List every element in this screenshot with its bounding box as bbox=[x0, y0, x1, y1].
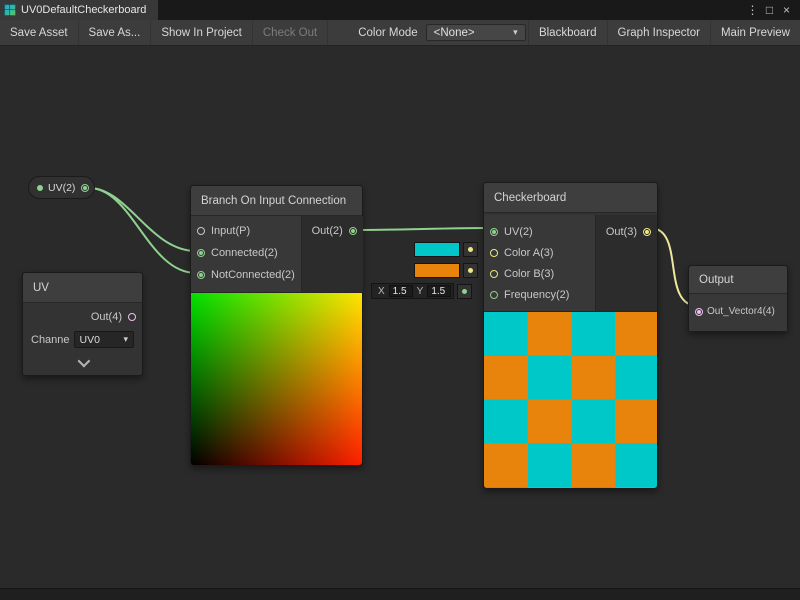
frequency-control: X 1.5 Y 1.5 bbox=[371, 283, 472, 299]
port-out-vector4[interactable] bbox=[695, 308, 703, 316]
checkerboard-preview bbox=[484, 311, 657, 488]
x-label: X bbox=[374, 286, 389, 297]
port-row-branch-out: Out(2) bbox=[302, 220, 363, 242]
port-row-frequency: Frequency(2) bbox=[484, 284, 595, 305]
port-label: Color B(3) bbox=[504, 268, 554, 280]
graph-inspector-button[interactable]: Graph Inspector bbox=[607, 20, 710, 45]
main-preview-button[interactable]: Main Preview bbox=[710, 20, 800, 45]
toolbar-right-group: Blackboard Graph Inspector Main Preview bbox=[528, 20, 800, 45]
port-label: Input(P) bbox=[211, 225, 250, 237]
port-label: Out(2) bbox=[312, 225, 343, 237]
window-controls: ⋮ □ × bbox=[744, 0, 800, 20]
port-color-b[interactable] bbox=[490, 270, 498, 278]
frequency-vector-field: X 1.5 Y 1.5 bbox=[371, 283, 454, 299]
connector-dot-icon bbox=[468, 247, 473, 252]
port-checker-out3[interactable] bbox=[643, 228, 651, 236]
port-label: Out_Vector4(4) bbox=[707, 306, 775, 317]
toolbar: Save Asset Save As... Show In Project Ch… bbox=[0, 20, 800, 46]
edge-uv-to-connected[interactable] bbox=[89, 188, 196, 251]
channel-label: Channe bbox=[31, 334, 70, 346]
edge-uv-to-notconnected[interactable] bbox=[89, 188, 196, 273]
chevron-down-icon: ▾ bbox=[513, 27, 518, 38]
pill-label: UV(2) bbox=[48, 182, 75, 194]
port-uv-out4[interactable] bbox=[128, 313, 136, 321]
chevron-down-icon bbox=[78, 355, 91, 368]
node-checkerboard[interactable]: Checkerboard UV(2) Color A(3) Color B(3) bbox=[483, 182, 658, 489]
port-row-input-p: Input(P) bbox=[191, 220, 301, 242]
node-uv[interactable]: UV Out(4) Channe UV0 ▾ bbox=[22, 272, 143, 376]
node-output[interactable]: Output Out_Vector4(4) bbox=[688, 265, 788, 332]
color-a-control bbox=[414, 242, 478, 257]
node-output-title[interactable]: Output bbox=[689, 266, 787, 294]
check-out-button: Check Out bbox=[253, 20, 328, 45]
frequency-connector[interactable] bbox=[457, 284, 472, 299]
frequency-y-input[interactable]: 1.5 bbox=[427, 285, 451, 297]
color-a-connector[interactable] bbox=[463, 242, 478, 257]
collapse-preview-button[interactable] bbox=[23, 352, 142, 375]
port-label: NotConnected(2) bbox=[211, 269, 295, 281]
color-mode-dropdown[interactable]: <None> ▾ bbox=[426, 24, 526, 41]
port-row-color-b: Color B(3) bbox=[484, 263, 595, 284]
channel-value: UV0 bbox=[80, 334, 100, 346]
color-b-control bbox=[414, 263, 478, 278]
port-connected[interactable] bbox=[197, 249, 205, 257]
port-row-notconnected: NotConnected(2) bbox=[191, 264, 301, 286]
close-icon[interactable]: × bbox=[778, 0, 795, 20]
port-label-out4: Out(4) bbox=[91, 311, 122, 323]
maximize-icon[interactable]: □ bbox=[761, 0, 778, 20]
shader-graph-window: UV0DefaultCheckerboard ⋮ □ × Save Asset … bbox=[0, 0, 800, 600]
edge-branch-to-checkerboard[interactable] bbox=[356, 228, 490, 230]
node-checkerboard-title[interactable]: Checkerboard bbox=[484, 183, 657, 213]
port-label: Frequency(2) bbox=[504, 289, 569, 301]
channel-dropdown[interactable]: UV0 ▾ bbox=[74, 331, 134, 348]
port-row-checker-out: Out(3) bbox=[596, 221, 657, 242]
show-in-project-button[interactable]: Show In Project bbox=[151, 20, 253, 45]
node-branch-title[interactable]: Branch On Input Connection bbox=[191, 186, 362, 216]
port-input-p[interactable] bbox=[197, 227, 205, 235]
port-notconnected[interactable] bbox=[197, 271, 205, 279]
port-label: UV(2) bbox=[504, 226, 533, 238]
node-uv2-property-pill[interactable]: UV(2) bbox=[28, 176, 95, 199]
save-as-button[interactable]: Save As... bbox=[79, 20, 152, 45]
chevron-down-icon: ▾ bbox=[123, 334, 128, 345]
color-b-swatch[interactable] bbox=[414, 263, 460, 278]
color-a-swatch[interactable] bbox=[414, 242, 460, 257]
color-mode-value: <None> bbox=[434, 27, 475, 39]
color-b-connector[interactable] bbox=[463, 263, 478, 278]
port-checker-uv2[interactable] bbox=[490, 228, 498, 236]
kebab-menu-icon[interactable]: ⋮ bbox=[744, 0, 761, 20]
save-asset-button[interactable]: Save Asset bbox=[0, 20, 79, 45]
status-strip bbox=[0, 588, 800, 600]
branch-uv-preview bbox=[191, 292, 362, 465]
port-label: Out(3) bbox=[606, 226, 637, 238]
property-dot-icon bbox=[37, 185, 43, 191]
port-row-connected: Connected(2) bbox=[191, 242, 301, 264]
graph-canvas[interactable]: UV(2) UV Out(4) Channe UV0 ▾ Branch bbox=[0, 46, 800, 588]
port-row-uv2: UV(2) bbox=[484, 221, 595, 242]
node-uv-title[interactable]: UV bbox=[23, 273, 142, 303]
port-branch-out2[interactable] bbox=[349, 227, 357, 235]
color-mode-label: Color Mode bbox=[328, 20, 425, 45]
blackboard-button[interactable]: Blackboard bbox=[528, 20, 607, 45]
port-row-color-a: Color A(3) bbox=[484, 242, 595, 263]
graph-tab[interactable]: UV0DefaultCheckerboard bbox=[0, 0, 158, 20]
port-row-out-vector4: Out_Vector4(4) bbox=[689, 298, 787, 325]
port-color-a[interactable] bbox=[490, 249, 498, 257]
frequency-x-input[interactable]: 1.5 bbox=[389, 285, 413, 297]
connector-dot-icon bbox=[468, 268, 473, 273]
port-label: Connected(2) bbox=[211, 247, 278, 259]
shader-graph-icon bbox=[4, 4, 16, 16]
connector-dot-icon bbox=[462, 289, 467, 294]
titlebar: UV0DefaultCheckerboard ⋮ □ × bbox=[0, 0, 800, 20]
port-uv2-pill-out[interactable] bbox=[81, 184, 89, 192]
port-frequency[interactable] bbox=[490, 291, 498, 299]
port-label: Color A(3) bbox=[504, 247, 554, 259]
y-label: Y bbox=[413, 286, 428, 297]
tab-title: UV0DefaultCheckerboard bbox=[21, 4, 146, 16]
node-branch-on-input-connection[interactable]: Branch On Input Connection Input(P) Conn… bbox=[190, 185, 363, 466]
